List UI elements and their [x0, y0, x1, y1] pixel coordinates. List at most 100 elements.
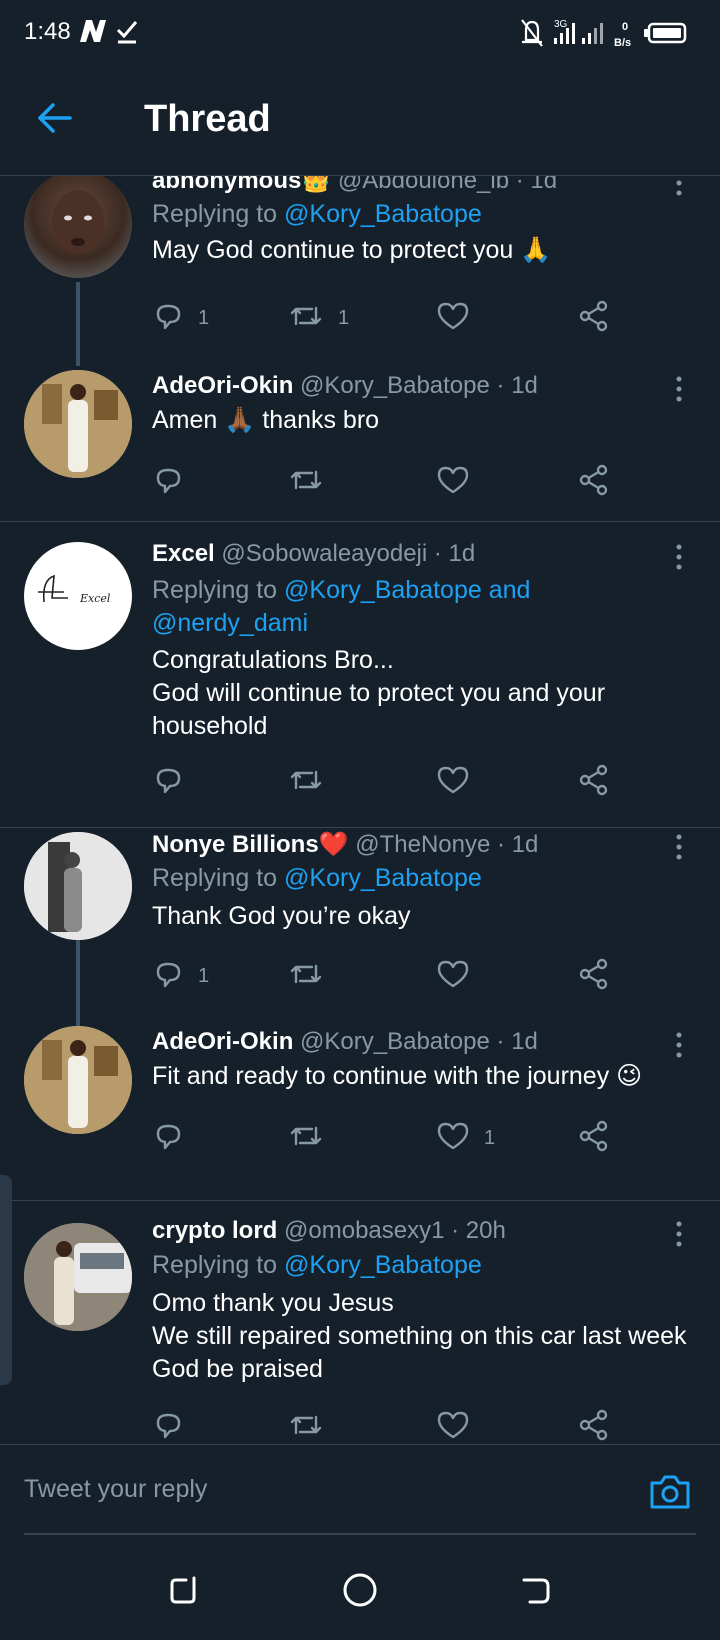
- share-button[interactable]: [578, 462, 610, 502]
- share-button[interactable]: [578, 762, 610, 802]
- like-count: 1: [484, 1126, 496, 1149]
- avatar[interactable]: [24, 1223, 132, 1331]
- status-time: 1:48: [24, 18, 71, 45]
- reply-icon: [152, 300, 184, 337]
- like-button[interactable]: [436, 956, 484, 996]
- retweet-button[interactable]: [288, 956, 338, 996]
- author-name[interactable]: Nonye Billions❤️: [152, 831, 349, 858]
- recents-icon[interactable]: [164, 1570, 204, 1610]
- avatar-signature-text: Excel: [79, 592, 111, 605]
- share-icon: [578, 764, 610, 801]
- reply-icon: [152, 958, 184, 995]
- tweet-header: Excel @Sobowaleayodeji · 1d: [152, 540, 475, 568]
- retweet-icon: [288, 958, 324, 995]
- author-handle[interactable]: @omobasexy1: [284, 1217, 444, 1244]
- back-arrow-icon[interactable]: [36, 98, 76, 138]
- reply-button[interactable]: [152, 762, 198, 802]
- author-name[interactable]: Excel: [152, 540, 215, 567]
- like-icon: [436, 1120, 470, 1157]
- author-handle[interactable]: @Kory_Babatope: [300, 1028, 490, 1055]
- like-button[interactable]: [436, 298, 484, 338]
- more-options-icon[interactable]: [674, 1221, 684, 1247]
- reply-icon: [152, 464, 184, 501]
- tweet-actions: 1: [152, 956, 632, 996]
- author-handle[interactable]: @Sobowaleayodeji: [221, 540, 427, 567]
- retweet-button[interactable]: [288, 1118, 338, 1158]
- author-name[interactable]: crypto lord: [152, 1217, 277, 1244]
- page-title: Thread: [144, 98, 271, 140]
- camera-icon[interactable]: [648, 1473, 692, 1516]
- more-options-icon[interactable]: [674, 544, 684, 570]
- share-icon: [578, 1409, 610, 1445]
- more-options-icon[interactable]: [674, 1032, 684, 1058]
- retweet-button[interactable]: 1: [288, 298, 349, 338]
- mention-link[interactable]: @Kory_Babatope: [284, 200, 482, 228]
- author-name[interactable]: AdeOri-Okin: [152, 372, 293, 399]
- share-icon: [578, 464, 610, 501]
- share-button[interactable]: [578, 956, 610, 996]
- tweet-text: Thank God you’re okay: [152, 902, 411, 930]
- mention-link[interactable]: @Kory_Babatope: [284, 1251, 482, 1279]
- avatar[interactable]: [24, 176, 132, 278]
- status-bar: 1:48 3G 0 B/s: [0, 0, 720, 62]
- like-button[interactable]: 1: [436, 1118, 495, 1158]
- like-icon: [436, 1409, 470, 1445]
- like-button[interactable]: [436, 762, 484, 802]
- reply-button[interactable]: [152, 1118, 198, 1158]
- speed-unit: B/s: [614, 37, 631, 49]
- mention-link[interactable]: @Kory_Babatope: [284, 864, 482, 892]
- author-handle[interactable]: @Kory_Babatope: [300, 372, 490, 399]
- reply-button[interactable]: 1: [152, 298, 209, 338]
- author-name[interactable]: abnonymous👑: [152, 176, 331, 194]
- reply-input[interactable]: Tweet your reply: [24, 1445, 696, 1535]
- replying-to: Replying to @Kory_Babatope and @nerdy_da…: [152, 576, 531, 637]
- share-button[interactable]: [578, 1407, 610, 1444]
- retweet-icon: [288, 464, 324, 501]
- reply-count: 1: [198, 964, 210, 987]
- tweet-header: abnonymous👑 @Abdoulone_ib · 1d: [152, 176, 557, 195]
- tweet-header: Nonye Billions❤️ @TheNonye · 1d: [152, 830, 538, 859]
- tweet-actions: [152, 462, 632, 502]
- avatar[interactable]: [24, 832, 132, 940]
- status-left-icons: [78, 16, 148, 51]
- reply-composer: Tweet your reply: [0, 1444, 720, 1537]
- network-type: 3G: [554, 19, 568, 30]
- divider: [0, 521, 720, 522]
- tweet-time: · 1d: [496, 372, 538, 399]
- like-button[interactable]: [436, 1407, 484, 1444]
- tweet-actions: [152, 1407, 632, 1444]
- retweet-button[interactable]: [288, 462, 338, 502]
- back-nav-icon[interactable]: [516, 1570, 556, 1610]
- author-handle[interactable]: @TheNonye: [355, 831, 490, 858]
- status-right-icons: 3G 0 B/s: [518, 16, 698, 55]
- home-icon[interactable]: [340, 1570, 380, 1610]
- reply-icon: [152, 764, 184, 801]
- thread-connector: [76, 928, 80, 1026]
- retweet-button[interactable]: [288, 762, 338, 802]
- author-name[interactable]: AdeOri-Okin: [152, 1028, 293, 1055]
- like-icon: [436, 958, 470, 995]
- retweet-icon: [288, 300, 324, 337]
- reply-button[interactable]: [152, 1407, 198, 1444]
- thread-feed[interactable]: abnonymous👑 @Abdoulone_ib · 1d Replying …: [0, 176, 720, 1444]
- edge-swipe-handle[interactable]: [0, 1175, 12, 1385]
- share-button[interactable]: [578, 1118, 610, 1158]
- like-button[interactable]: [436, 462, 484, 502]
- reply-button[interactable]: 1: [152, 956, 209, 996]
- reply-button[interactable]: [152, 462, 198, 502]
- divider: [0, 827, 720, 828]
- retweet-button[interactable]: [288, 1407, 338, 1444]
- avatar[interactable]: Excel: [24, 542, 132, 650]
- like-icon: [436, 464, 470, 501]
- avatar[interactable]: [24, 370, 132, 478]
- more-options-icon[interactable]: [674, 834, 684, 860]
- tweet-text: Congratulations Bro... God will continue…: [152, 646, 606, 740]
- share-button[interactable]: [578, 298, 610, 338]
- reply-count: 1: [198, 306, 210, 329]
- replying-to: Replying to @Kory_Babatope: [152, 1251, 482, 1279]
- share-icon: [578, 1120, 610, 1157]
- more-options-icon[interactable]: [674, 376, 684, 402]
- author-handle[interactable]: @Abdoulone_ib: [338, 176, 509, 194]
- more-options-icon[interactable]: [674, 176, 684, 196]
- avatar[interactable]: [24, 1026, 132, 1134]
